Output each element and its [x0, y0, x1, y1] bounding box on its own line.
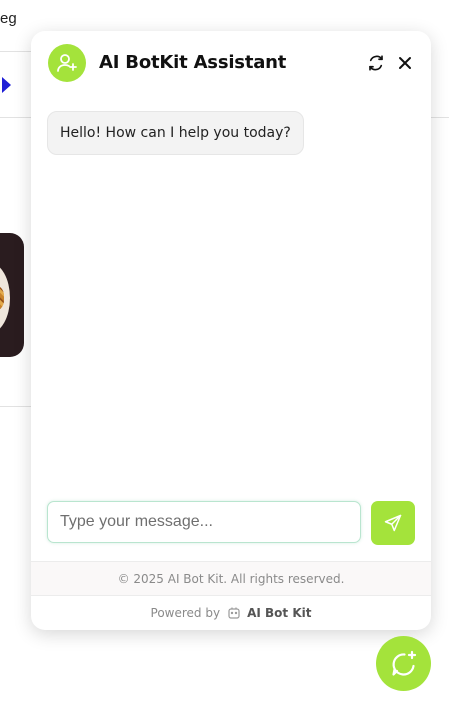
refresh-icon	[369, 55, 383, 71]
bot-logo-icon	[227, 606, 241, 620]
bot-message: Hello! How can I help you today?	[47, 111, 304, 155]
chat-header: AI BotKit Assistant	[31, 31, 431, 95]
chat-sparkle-icon	[391, 650, 416, 676]
copyright-footer: © 2025 AI Bot Kit. All rights reserved.	[31, 561, 431, 596]
background-divider	[0, 406, 32, 407]
message-input[interactable]	[47, 501, 361, 543]
send-icon	[384, 514, 402, 532]
refresh-button[interactable]	[365, 52, 387, 74]
background-divider	[0, 51, 32, 52]
play-arrow-icon[interactable]	[2, 77, 11, 93]
powered-by-label: Powered by	[150, 606, 221, 620]
background-food-image[interactable]	[0, 233, 24, 357]
user-sparkle-icon	[48, 44, 86, 82]
powered-by-brand-link[interactable]: AI Bot Kit	[247, 606, 311, 620]
chat-launcher-button[interactable]	[376, 636, 431, 691]
background-partial-text: eg	[0, 10, 17, 27]
chat-title: AI BotKit Assistant	[99, 52, 287, 73]
send-button[interactable]	[371, 501, 415, 545]
close-icon	[399, 57, 411, 69]
close-button[interactable]	[394, 52, 416, 74]
chat-widget: AI BotKit Assistant Hello! How can I hel…	[31, 31, 431, 630]
powered-by: Powered by AI Bot Kit	[31, 596, 431, 630]
